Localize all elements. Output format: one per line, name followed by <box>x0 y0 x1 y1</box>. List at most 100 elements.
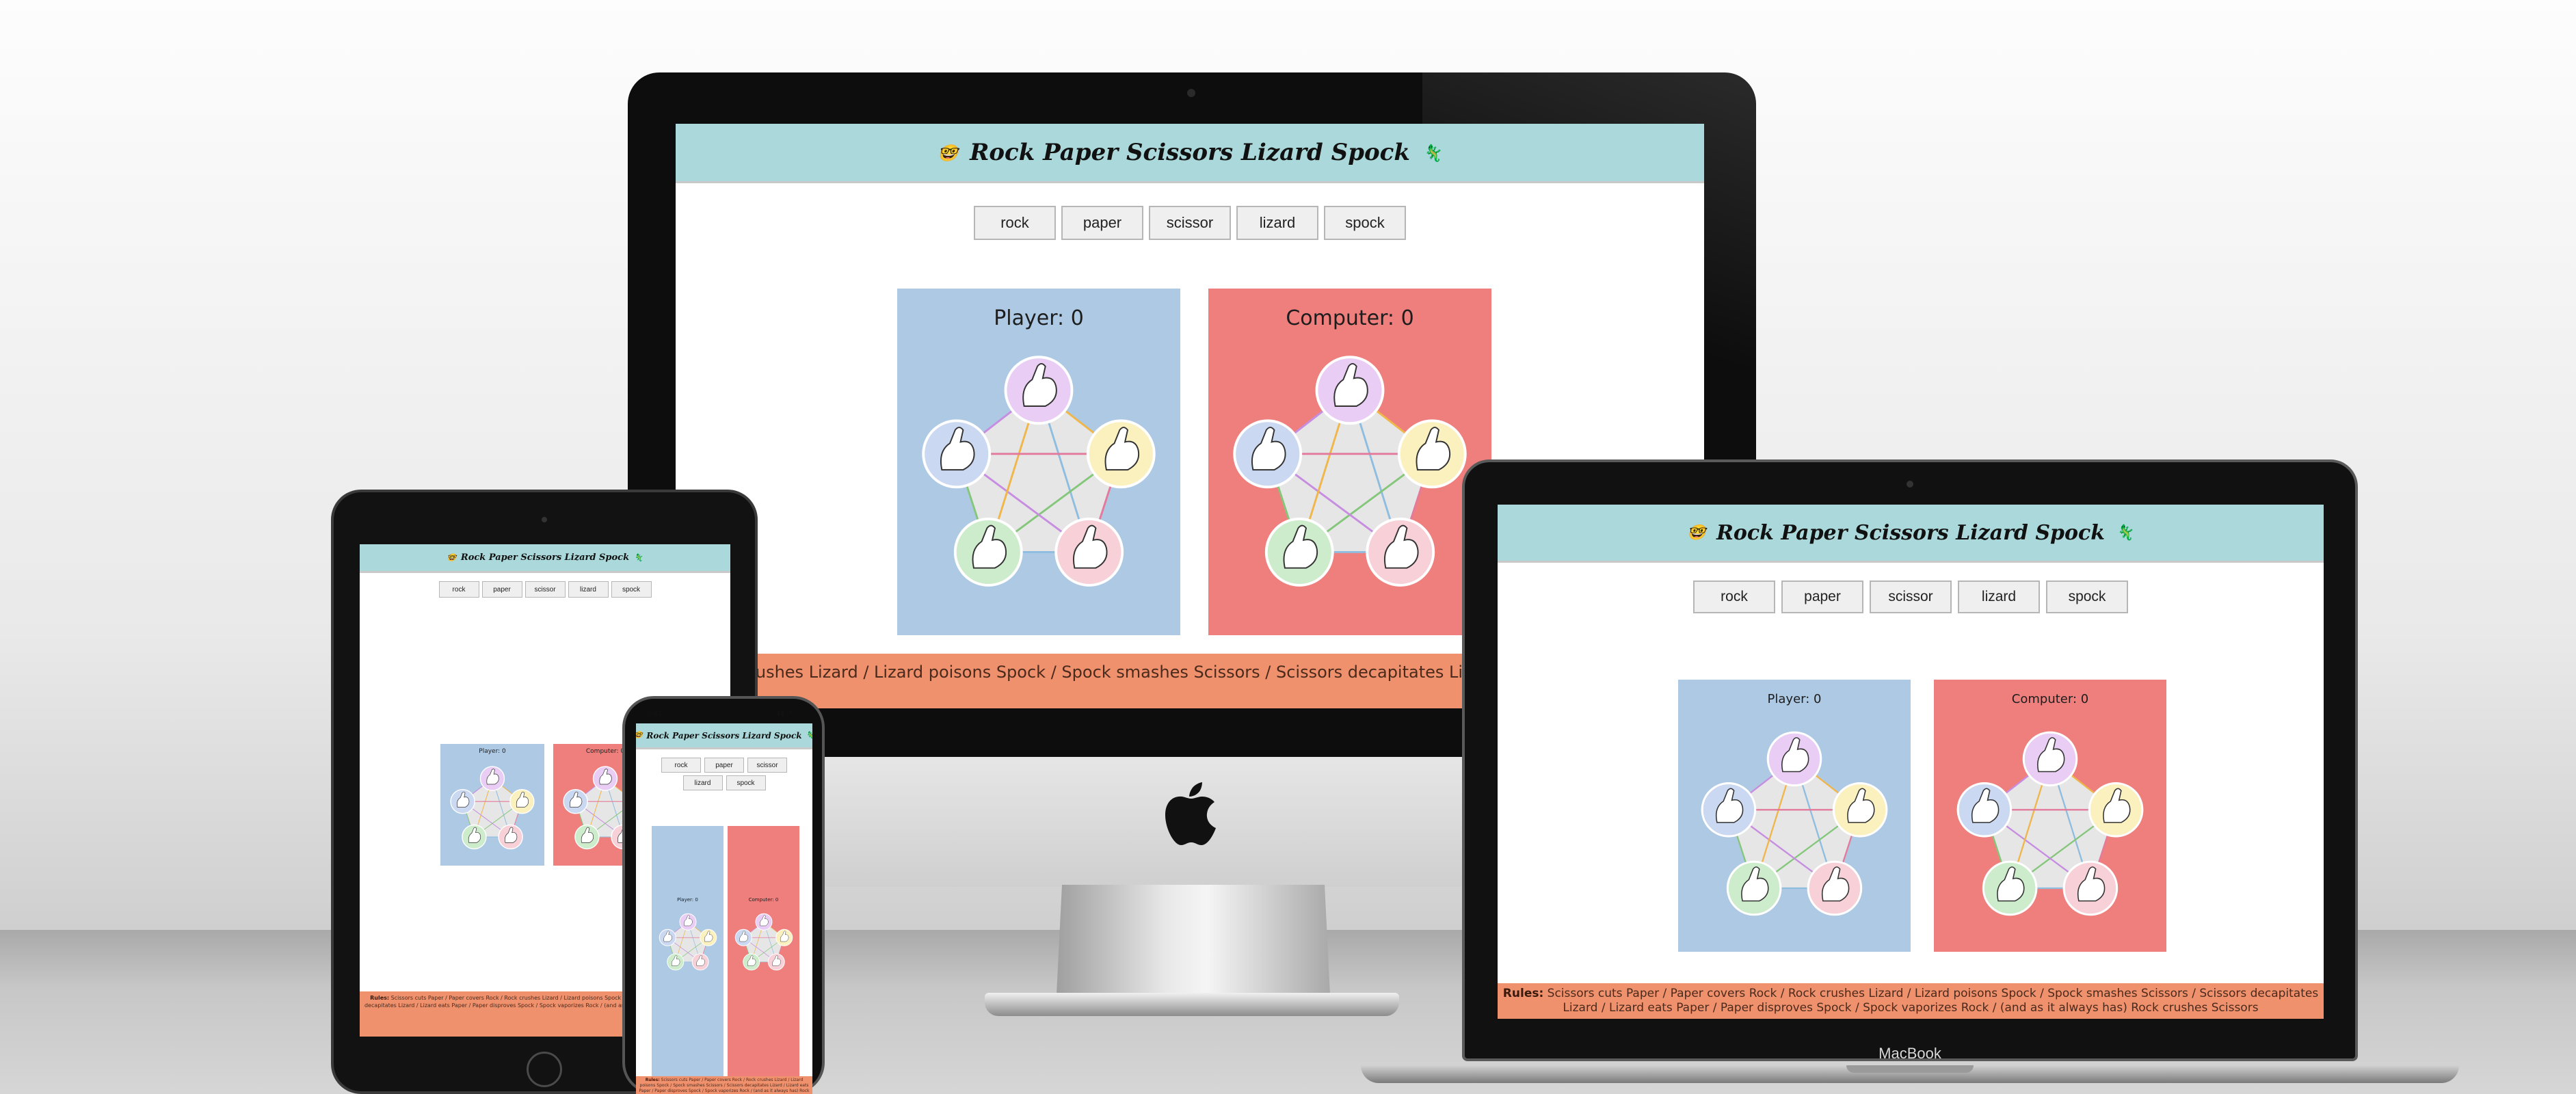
app-title: Rock Paper Scissors Lizard Spock <box>460 552 630 563</box>
paper-button[interactable]: paper <box>1781 581 1863 613</box>
computer-card: Computer: 0 <box>1208 289 1491 635</box>
paper-hand-icon <box>1832 782 1888 838</box>
rock-button[interactable]: rock <box>661 758 701 773</box>
player-card: Player: 0 <box>1678 680 1911 952</box>
spock-button[interactable]: spock <box>726 775 766 790</box>
lizard-button[interactable]: lizard <box>1236 206 1318 240</box>
nerd-face-icon: 🤓 <box>636 732 643 740</box>
scissors-hand-icon <box>592 766 618 791</box>
paper-button[interactable]: paper <box>1061 206 1143 240</box>
paper-hand-icon <box>1397 419 1467 489</box>
scissor-button[interactable]: scissor <box>1149 206 1231 240</box>
rules-bar: Rules: Scissors cuts Paper / Paper cover… <box>636 1076 812 1094</box>
rpsls-diagram <box>734 913 793 971</box>
rock-hand-icon <box>1054 517 1124 587</box>
scissors-hand-icon <box>1004 356 1074 425</box>
rock-button[interactable]: rock <box>974 206 1056 240</box>
computer-score: Computer: 0 <box>748 897 779 903</box>
app-header: 🤓 Rock Paper Scissors Lizard Spock 🦎 <box>360 544 730 573</box>
player-score: Player: 0 <box>677 897 698 903</box>
paper-hand-icon <box>775 929 793 946</box>
lizard-button[interactable]: lizard <box>568 581 609 598</box>
spock-hand-icon <box>1233 419 1303 489</box>
scissors-hand-icon <box>755 913 772 931</box>
player-card: Player: 0 <box>652 826 723 1087</box>
macbook-camera <box>1907 481 1913 488</box>
paper-button[interactable]: paper <box>704 758 744 773</box>
choice-buttons: rock paper scissor lizard spock <box>360 581 730 598</box>
scissor-button[interactable]: scissor <box>747 758 787 773</box>
rock-button[interactable]: rock <box>438 581 479 598</box>
spock-hand-icon <box>1956 782 2013 838</box>
nerd-face-icon: 🤓 <box>938 142 959 163</box>
phone-clock: 9:41 <box>647 710 663 718</box>
lizard-hand-icon <box>1982 860 2038 916</box>
app-title: Rock Paper Scissors Lizard Spock <box>970 139 1410 166</box>
computer-score: Computer: 0 <box>585 748 625 755</box>
lizard-hand-icon <box>953 517 1023 587</box>
rock-hand-icon <box>767 953 785 971</box>
scissors-hand-icon <box>1766 731 1822 787</box>
rpsls-diagram <box>1956 731 2144 916</box>
computer-card: Computer: 0 <box>1934 680 2166 952</box>
spock-button[interactable]: spock <box>2046 581 2128 613</box>
spock-hand-icon <box>659 929 676 946</box>
paper-hand-icon <box>2088 782 2144 838</box>
player-score: Player: 0 <box>479 748 506 755</box>
paper-hand-icon <box>1086 419 1156 489</box>
lizard-hand-icon <box>574 824 600 850</box>
apple-logo-icon <box>1165 782 1216 845</box>
spock-hand-icon <box>922 419 992 489</box>
rules-text: Scissors cuts Paper / Paper covers Rock … <box>1543 987 2319 1015</box>
app-title: Rock Paper Scissors Lizard Spock <box>646 730 802 741</box>
computer-score: Computer: 0 <box>1286 306 1414 330</box>
lizard-hand-icon <box>1264 517 1334 587</box>
lizard-icon: 🦎 <box>633 553 643 562</box>
ipad-home-button <box>527 1052 562 1087</box>
imac-stand-base <box>985 993 1399 1016</box>
spock-button[interactable]: spock <box>611 581 652 598</box>
rock-hand-icon <box>498 824 523 850</box>
rpsls-diagram <box>659 913 717 971</box>
app-header: 🤓 Rock Paper Scissors Lizard Spock 🦎 <box>1498 505 2324 563</box>
scissor-button[interactable]: scissor <box>1870 581 1952 613</box>
choice-buttons: rock paper scissor lizard spock <box>676 206 1704 240</box>
iphone-notch <box>685 707 762 721</box>
iphone-screen-app: 🤓 Rock Paper Scissors Lizard Spock 🦎 roc… <box>636 723 812 1094</box>
computer-card: Computer: 0 <box>728 826 799 1087</box>
scissor-button[interactable]: scissor <box>525 581 566 598</box>
lizard-button[interactable]: lizard <box>1958 581 2040 613</box>
macbook-hinge-notch <box>1846 1065 1974 1073</box>
paper-button[interactable]: paper <box>481 581 522 598</box>
lizard-button[interactable]: lizard <box>682 775 723 790</box>
lizard-hand-icon <box>462 824 487 850</box>
rules-label: Rules: <box>645 1078 660 1082</box>
spock-button[interactable]: spock <box>1324 206 1406 240</box>
spock-hand-icon <box>1701 782 1757 838</box>
rock-hand-icon <box>1807 860 1863 916</box>
nerd-face-icon: 🤓 <box>447 553 457 562</box>
scissors-hand-icon <box>2022 731 2078 787</box>
nerd-face-icon: 🤓 <box>1687 524 1706 542</box>
imac-camera <box>1187 89 1195 97</box>
spock-hand-icon <box>563 789 588 814</box>
scissors-hand-icon <box>479 766 505 791</box>
rules-label: Rules: <box>1502 987 1544 1000</box>
rock-hand-icon <box>1366 517 1435 587</box>
rock-hand-icon <box>2062 860 2119 916</box>
choice-buttons: rock paper scissor lizard spock <box>1498 581 2324 613</box>
macbook-screen-app: 🤓 Rock Paper Scissors Lizard Spock 🦎 roc… <box>1498 505 2324 1019</box>
ipad-camera <box>542 517 547 522</box>
player-score: Player: 0 <box>1767 692 1822 706</box>
scissors-hand-icon <box>679 913 696 931</box>
rpsls-diagram <box>922 356 1156 587</box>
lizard-hand-icon <box>1726 860 1782 916</box>
macbook-brand-label: MacBook <box>1878 1045 1941 1062</box>
player-card: Player: 0 <box>897 289 1180 635</box>
lizard-hand-icon <box>742 953 760 971</box>
spock-hand-icon <box>734 929 752 946</box>
spock-hand-icon <box>450 789 475 814</box>
rock-button[interactable]: rock <box>1693 581 1775 613</box>
choice-buttons: rock paper scissor lizard spock <box>636 758 812 790</box>
paper-hand-icon <box>699 929 717 946</box>
